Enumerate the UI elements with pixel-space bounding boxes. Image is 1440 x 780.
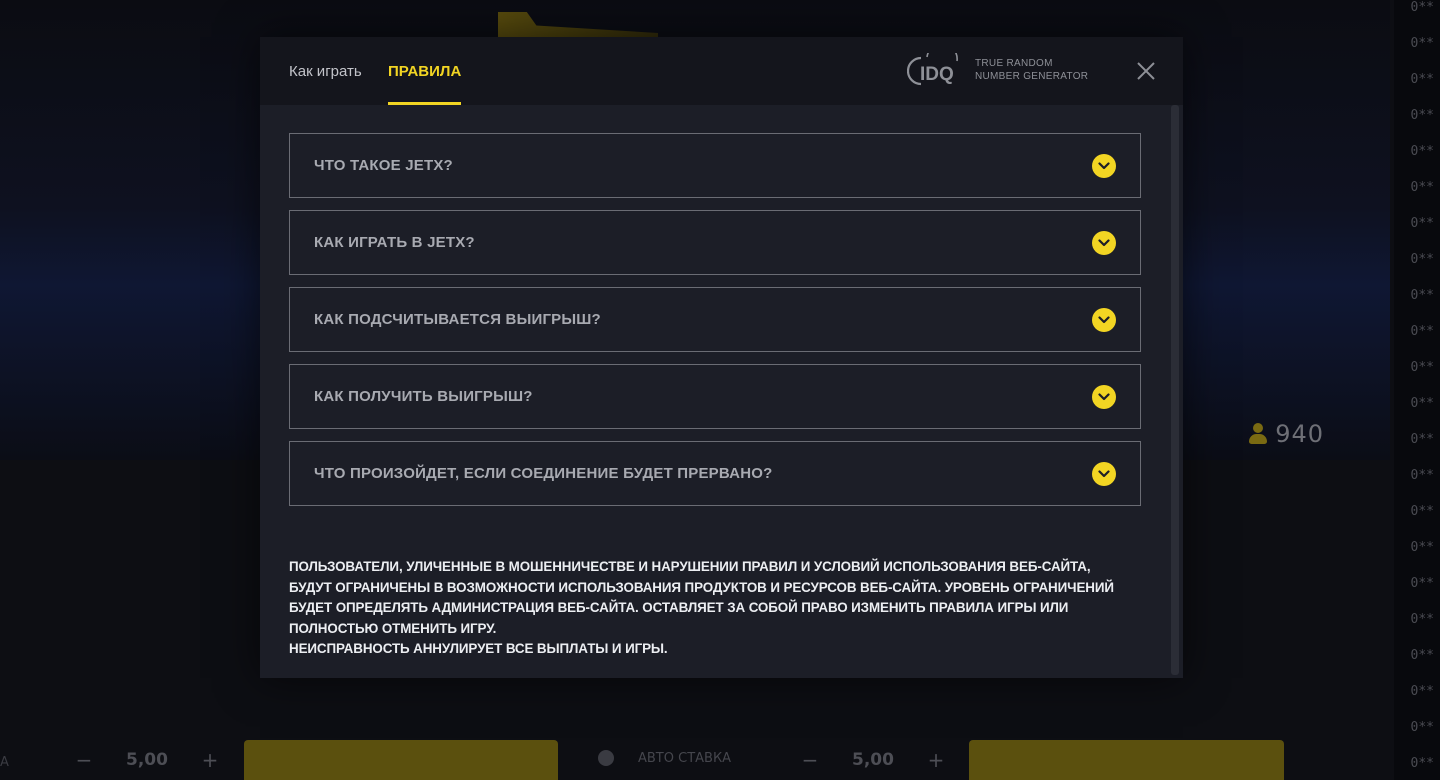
tab-rules[interactable]: ПРАВИЛА	[388, 63, 461, 80]
multiplier-item: 0**	[1410, 0, 1434, 15]
bet-controls-bar: − 5,00 + АВТО СТАВКА − 5,00 +	[0, 740, 1400, 780]
modal-header: Как играть ПРАВИЛА IDQ TRUE RANDOM NUMBE…	[260, 37, 1183, 105]
multiplier-item: 0**	[1410, 252, 1434, 267]
rules-disclaimer: ПОЛЬЗОВАТЕЛИ, УЛИЧЕННЫЕ В МОШЕННИЧЕСТВЕ …	[289, 557, 1149, 660]
multiplier-item: 0**	[1410, 396, 1434, 411]
balance-value: 940	[1275, 420, 1324, 448]
faq-question: КАК ПОЛУЧИТЬ ВЫИГРЫШ?	[314, 388, 533, 405]
faq-question: КАК ПОДСЧИТЫВАЕТСЯ ВЫИГРЫШ?	[314, 311, 601, 328]
bet-amount[interactable]: 5,00	[828, 750, 918, 770]
minus-button[interactable]: −	[792, 748, 828, 772]
multiplier-item: 0**	[1410, 468, 1434, 483]
multiplier-item: 0**	[1410, 540, 1434, 555]
chevron-down-icon	[1092, 384, 1116, 409]
auto-bet-label: АВТО СТАВКА	[638, 750, 732, 766]
multiplier-item: 0**	[1410, 504, 1434, 519]
tab-how-to-play[interactable]: Как играть	[289, 63, 362, 80]
multiplier-item: 0**	[1410, 72, 1434, 87]
plus-button[interactable]: +	[192, 748, 228, 772]
multiplier-item: 0**	[1410, 432, 1434, 447]
multiplier-item: 0**	[1410, 324, 1434, 339]
multiplier-item: 0**	[1410, 144, 1434, 159]
rng-logo: IDQ TRUE RANDOM NUMBER GENERATOR	[907, 53, 1088, 87]
bet-button-left[interactable]	[244, 740, 558, 780]
multiplier-item: 0**	[1410, 216, 1434, 231]
faq-question: КАК ИГРАТЬ В JETX?	[314, 234, 475, 251]
active-tab-indicator	[388, 102, 461, 105]
bet-stepper-right[interactable]: − 5,00 +	[792, 740, 954, 780]
rng-line-2: NUMBER GENERATOR	[975, 71, 1089, 82]
faq-question: ЧТО ПРОИЗОЙДЕТ, ЕСЛИ СОЕДИНЕНИЕ БУДЕТ ПР…	[314, 465, 773, 482]
minus-button[interactable]: −	[66, 748, 102, 772]
faq-item[interactable]: КАК ПОДСЧИТЫВАЕТСЯ ВЫИГРЫШ?	[289, 287, 1141, 352]
rng-text: TRUE RANDOM NUMBER GENERATOR	[975, 57, 1088, 83]
balance-display: 940	[1249, 420, 1324, 448]
multiplier-item: 0**	[1410, 180, 1434, 195]
idq-logo-icon: IDQ	[907, 53, 958, 86]
multiplier-item: 0**	[1410, 684, 1434, 699]
multiplier-item: 0**	[1410, 576, 1434, 591]
multiplier-item: 0**	[1410, 612, 1434, 627]
multiplier-item: 0**	[1410, 360, 1434, 375]
multiplier-item: 0**	[1410, 756, 1434, 771]
disclaimer-line: ПОЛЬЗОВАТЕЛИ, УЛИЧЕННЫЕ В МОШЕННИЧЕСТВЕ …	[289, 559, 1091, 574]
faq-question: ЧТО ТАКОЕ JETX?	[314, 157, 453, 174]
bet-amount[interactable]: 5,00	[102, 750, 192, 770]
multiplier-item: 0**	[1410, 720, 1434, 735]
bet-stepper-left[interactable]: − 5,00 +	[66, 740, 228, 780]
faq-item[interactable]: ЧТО ПРОИЗОЙДЕТ, ЕСЛИ СОЕДИНЕНИЕ БУДЕТ ПР…	[289, 441, 1141, 506]
bet-button-right[interactable]	[969, 740, 1284, 780]
disclaimer-line: БУДЕТ ОПРЕДЕЛЯТЬ АДМИНИСТРАЦИЯ ВЕБ-САЙТА…	[289, 600, 1069, 615]
user-icon	[1249, 423, 1268, 445]
rng-line-1: TRUE RANDOM	[975, 58, 1053, 69]
chevron-down-icon	[1092, 153, 1116, 178]
chevron-down-icon	[1092, 461, 1116, 486]
faq-item[interactable]: КАК ИГРАТЬ В JETX?	[289, 210, 1141, 275]
faq-item[interactable]: ЧТО ТАКОЕ JETX?	[289, 133, 1141, 198]
auto-bet-toggle[interactable]: АВТО СТАВКА	[598, 750, 731, 766]
rules-modal: Как играть ПРАВИЛА IDQ TRUE RANDOM NUMBE…	[260, 37, 1183, 678]
faq-list: ЧТО ТАКОЕ JETX? КАК ИГРАТЬ В JETX? КАК П…	[289, 133, 1141, 518]
chevron-down-icon	[1092, 230, 1116, 255]
multiplier-item: 0**	[1410, 36, 1434, 51]
modal-scrollbar[interactable]	[1171, 105, 1179, 675]
multiplier-item: 0**	[1410, 288, 1434, 303]
multiplier-item: 0**	[1410, 108, 1434, 123]
toggle-icon	[598, 750, 614, 766]
plus-button[interactable]: +	[918, 748, 954, 772]
disclaimer-line: НЕИСПРАВНОСТЬ АННУЛИРУЕТ ВСЕ ВЫПЛАТЫ И И…	[289, 641, 668, 656]
chevron-down-icon	[1092, 307, 1116, 332]
faq-item[interactable]: КАК ПОЛУЧИТЬ ВЫИГРЫШ?	[289, 364, 1141, 429]
disclaimer-line: БУДУТ ОГРАНИЧЕНЫ В ВОЗМОЖНОСТИ ИСПОЛЬЗОВ…	[289, 579, 1114, 595]
disclaimer-line: ПОЛНОСТЬЮ ОТМЕНИТЬ ИГРУ.	[289, 620, 497, 636]
multiplier-history-list: 0** 0** 0** 0** 0** 0** 0** 0** 0** 0** …	[1394, 0, 1440, 780]
idq-logo-text: IDQ	[920, 64, 954, 85]
close-icon[interactable]	[1136, 61, 1156, 81]
multiplier-item: 0**	[1410, 648, 1434, 663]
